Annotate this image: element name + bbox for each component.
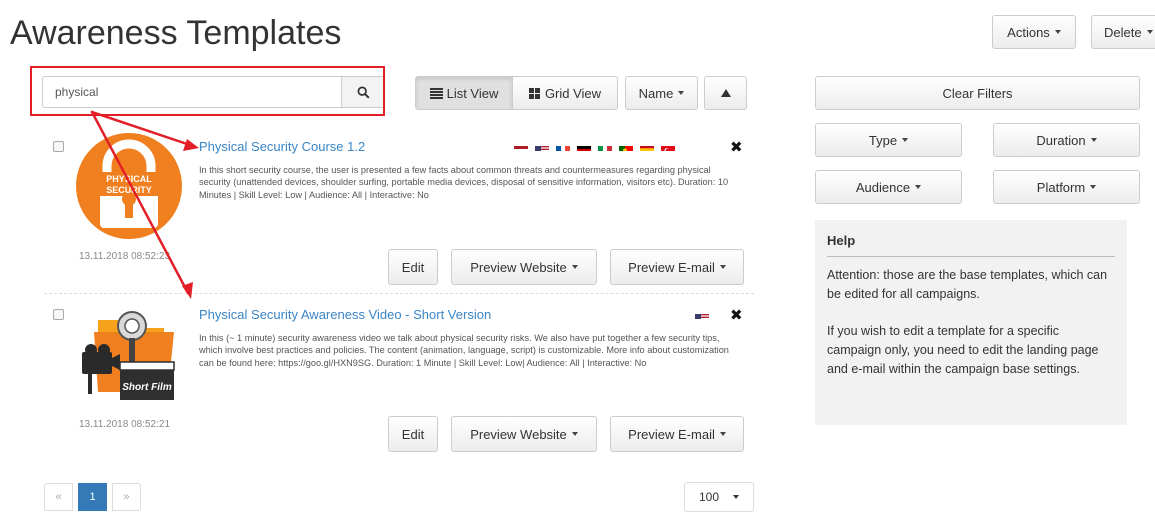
help-paragraph: If you wish to edit a template for a spe… [827,324,1099,376]
platform-filter-label: Platform [1036,179,1086,195]
grid-view-button[interactable]: Grid View [512,76,618,110]
france-flag-icon[interactable] [556,142,570,151]
caret-down-icon [733,495,740,499]
per-page-select[interactable]: 100 [684,482,754,512]
delete-button[interactable]: Delete [1091,15,1155,49]
arrowhead-icon [183,139,199,151]
template-description: In this (~ 1 minute) security awareness … [199,333,729,368]
list-icon [429,87,443,99]
audience-filter-label: Audience [855,179,911,195]
thumbnail-text-line1: Short Film [122,382,172,393]
usa-flag-icon[interactable] [535,142,549,151]
caret-down-icon [719,432,726,436]
list-view-label: List View [446,85,499,101]
list-view-button[interactable]: List View [415,76,513,110]
template-description: In this short security course, the user … [199,165,729,200]
caret-down-icon [571,265,578,269]
preview-website-label: Preview Website [470,259,567,275]
template-thumbnail: PHYSICAL SECURITY [75,132,183,240]
edit-button[interactable]: Edit [388,249,438,285]
template-title[interactable]: Physical Security Awareness Video - Shor… [199,307,491,322]
pagination-prev[interactable]: « [44,483,73,511]
remove-template-icon[interactable]: ✖ [730,308,743,323]
help-divider [827,256,1115,257]
usa-flag-icon[interactable] [695,310,709,319]
preview-website-button[interactable]: Preview Website [451,416,597,452]
thumbnail-text-line1: PHYSICAL [106,174,152,184]
arrowhead-icon [182,282,193,299]
thumbnail-text-line2: SECURITY [106,185,152,195]
clear-filters-button[interactable]: Clear Filters [815,76,1140,110]
italy-flag-icon[interactable] [598,142,612,151]
page-title: Awareness Templates [10,14,342,52]
padlock-thumbnail-image: PHYSICAL SECURITY [76,133,182,239]
platform-filter-button[interactable]: Platform [993,170,1140,204]
netherlands-flag-icon[interactable] [514,142,528,151]
sort-field-label: Name [638,85,674,101]
caret-down-icon [719,265,726,269]
template-thumbnail: Short Film [80,300,180,408]
template-title[interactable]: Physical Security Course 1.2 [199,139,365,154]
pagination-next[interactable]: » [112,483,141,511]
edit-button[interactable]: Edit [388,416,438,452]
preview-email-button[interactable]: Preview E-mail [610,249,744,285]
sort-field-button[interactable]: Name [625,76,698,110]
spain-flag-icon[interactable] [640,142,654,151]
pagination-page-current[interactable]: 1 [78,483,107,511]
duration-filter-label: Duration [1036,132,1086,148]
caret-down-icon [1146,30,1153,34]
caret-down-icon [915,185,922,189]
caret-down-icon [1090,138,1097,142]
remove-template-icon[interactable]: ✖ [730,140,743,155]
edit-label: Edit [401,259,425,275]
actions-button[interactable]: Actions [992,15,1076,49]
portugal-flag-icon[interactable] [619,142,633,151]
item-divider [44,293,754,294]
preview-email-label: Preview E-mail [628,259,715,275]
template-timestamp: 13.11.2018 08:52:23 [79,251,171,262]
type-filter-button[interactable]: Type [815,123,962,157]
caret-up-icon [720,89,731,97]
caret-down-icon [1054,30,1061,34]
delete-label: Delete [1104,24,1142,40]
per-page-value: 100 [698,490,720,504]
preview-email-label: Preview E-mail [628,426,715,442]
help-title: Help [827,233,856,248]
sort-direction-button[interactable] [704,76,747,110]
caret-down-icon [902,138,909,142]
audience-filter-button[interactable]: Audience [815,170,962,204]
turkey-flag-icon[interactable] [661,142,675,151]
grid-icon [528,87,540,99]
preview-website-button[interactable]: Preview Website [451,249,597,285]
germany-flag-icon[interactable] [577,142,591,151]
type-filter-label: Type [868,132,898,148]
caret-down-icon [1090,185,1097,189]
caret-down-icon [678,91,685,95]
grid-view-label: Grid View [544,85,602,101]
preview-email-button[interactable]: Preview E-mail [610,416,744,452]
search-highlight-annotation [30,66,385,116]
help-panel: Help Attention: those are the base templ… [815,220,1127,425]
duration-filter-button[interactable]: Duration [993,123,1140,157]
clear-filters-label: Clear Filters [942,85,1013,101]
actions-label: Actions [1007,24,1050,40]
help-paragraph: Attention: those are the base templates,… [827,268,1108,301]
video-folder-thumbnail-image: Short Film [82,311,175,400]
select-checkbox[interactable] [53,309,64,320]
select-checkbox[interactable] [53,141,64,152]
template-timestamp: 13.11.2018 08:52:21 [79,419,171,430]
caret-down-icon [571,432,578,436]
preview-website-label: Preview Website [470,426,567,442]
edit-label: Edit [401,426,425,442]
